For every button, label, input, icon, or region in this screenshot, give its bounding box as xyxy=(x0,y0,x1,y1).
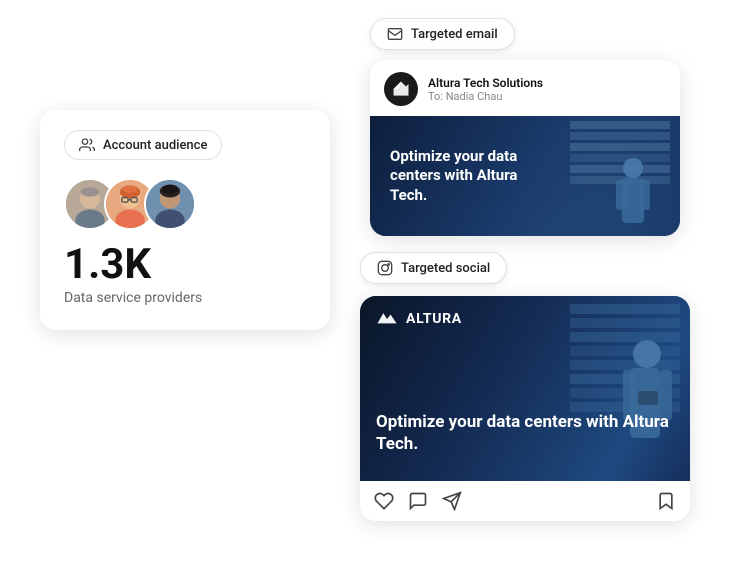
bookmark-icon[interactable] xyxy=(656,491,676,511)
social-hero-image: ALTURA Optimize your data centers with A… xyxy=(360,296,690,481)
audience-tag-label: Account audience xyxy=(103,138,207,153)
targeted-social-tag: Targeted social xyxy=(360,252,507,284)
sender-to: To: Nadia Chau xyxy=(428,90,543,103)
heart-icon[interactable] xyxy=(374,491,394,511)
account-audience-card: Account audience xyxy=(40,110,330,330)
audience-sub-label: Data service providers xyxy=(64,290,306,306)
social-brand-name: ALTURA xyxy=(406,311,462,327)
social-brand-bar: ALTURA xyxy=(360,296,478,338)
avatars-row xyxy=(64,178,306,230)
social-tag-label: Targeted social xyxy=(401,261,490,276)
social-logo xyxy=(376,310,398,328)
email-hero-image: Optimize your data centers with Altura T… xyxy=(370,116,680,236)
email-sender-info: Altura Tech Solutions To: Nadia Chau xyxy=(428,76,543,103)
email-headline: Optimize your data centers with Altura T… xyxy=(390,147,539,206)
avatar-3 xyxy=(144,178,196,230)
brand-logo-email xyxy=(384,72,418,106)
email-tag-label: Targeted email xyxy=(411,27,498,42)
email-icon xyxy=(387,26,403,42)
social-actions xyxy=(360,481,690,521)
email-header: Altura Tech Solutions To: Nadia Chau xyxy=(370,60,680,116)
social-action-group xyxy=(374,491,642,511)
targeted-email-tag: Targeted email xyxy=(370,18,515,50)
account-audience-tag: Account audience xyxy=(64,130,222,160)
share-icon[interactable] xyxy=(442,491,462,511)
main-container: Account audience xyxy=(0,0,750,563)
social-card: ALTURA Optimize your data centers with A… xyxy=(360,296,690,521)
email-card: Altura Tech Solutions To: Nadia Chau xyxy=(370,60,680,236)
instagram-icon xyxy=(377,260,393,276)
social-headline: Optimize your data centers with Altura T… xyxy=(360,411,690,465)
audience-icon xyxy=(79,137,95,153)
audience-count: 1.3K xyxy=(64,244,306,286)
sender-name: Altura Tech Solutions xyxy=(428,76,543,90)
comment-icon[interactable] xyxy=(408,491,428,511)
